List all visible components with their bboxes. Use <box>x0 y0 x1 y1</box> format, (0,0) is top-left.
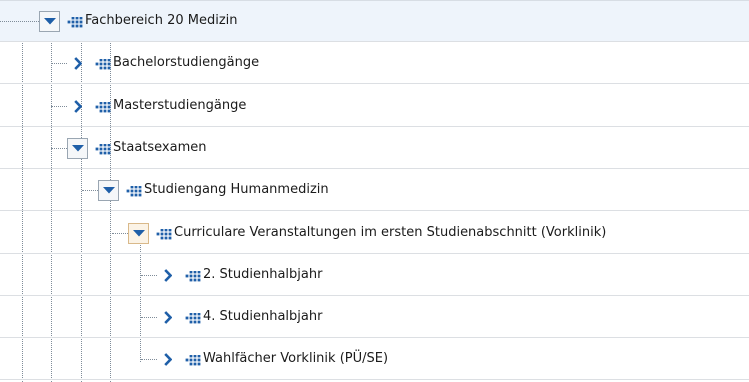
chevron-right-icon <box>73 100 82 113</box>
tree-node-label[interactable]: Staatsexamen <box>113 140 206 156</box>
collapse-toggle-button[interactable] <box>98 180 119 201</box>
org-unit-icon <box>126 183 142 197</box>
tree-branch-line <box>51 63 67 64</box>
org-unit-icon <box>95 56 111 70</box>
tree-node-label[interactable]: Curriculare Veranstaltungen im ersten St… <box>174 225 606 241</box>
chevron-right-icon <box>163 353 172 366</box>
tree-branch-line <box>112 233 128 234</box>
tree-branch-line <box>0 21 39 22</box>
chevron-right-icon <box>163 311 172 324</box>
org-unit-icon <box>95 141 111 155</box>
chevron-down-icon <box>71 144 85 153</box>
collapse-toggle-button[interactable] <box>39 11 60 32</box>
chevron-right-icon <box>73 57 82 70</box>
expand-toggle-button[interactable] <box>67 96 88 117</box>
chevron-down-icon <box>102 186 116 195</box>
tree-branch-line <box>141 317 157 318</box>
org-unit-icon <box>95 99 111 113</box>
tree-node-label[interactable]: 4. Studienhalbjahr <box>203 309 322 325</box>
tree-branch-line <box>82 190 98 191</box>
tree-node-label[interactable]: Masterstudiengänge <box>113 98 246 114</box>
expand-toggle-button[interactable] <box>157 265 178 286</box>
expand-toggle-button[interactable] <box>67 53 88 74</box>
org-unit-icon <box>185 268 201 282</box>
tree-branch-line <box>141 359 157 360</box>
collapse-toggle-button[interactable] <box>128 223 149 244</box>
collapse-toggle-button[interactable] <box>67 138 88 159</box>
org-unit-icon <box>185 352 201 366</box>
org-unit-icon <box>156 226 172 240</box>
tree-branch-line <box>141 275 157 276</box>
chevron-right-icon <box>163 269 172 282</box>
org-unit-icon <box>185 310 201 324</box>
chevron-down-icon <box>43 17 57 26</box>
tree-node-label[interactable]: Fachbereich 20 Medizin <box>85 13 238 29</box>
tree-node-label[interactable]: 2. Studienhalbjahr <box>203 267 322 283</box>
chevron-down-icon <box>132 229 146 238</box>
tree-branch-line <box>51 106 67 107</box>
expand-toggle-button[interactable] <box>157 307 178 328</box>
tree-branch-line <box>51 148 67 149</box>
expand-toggle-button[interactable] <box>157 349 178 370</box>
tree-node-label[interactable]: Bachelorstudiengänge <box>113 55 259 71</box>
org-unit-icon <box>67 14 83 28</box>
tree-row[interactable] <box>0 296 749 338</box>
tree-node-label[interactable]: Wahlfächer Vorklinik (PÜ/SE) <box>203 351 388 367</box>
tree-row[interactable] <box>0 254 749 296</box>
tree-node-label[interactable]: Studiengang Humanmedizin <box>144 182 329 198</box>
